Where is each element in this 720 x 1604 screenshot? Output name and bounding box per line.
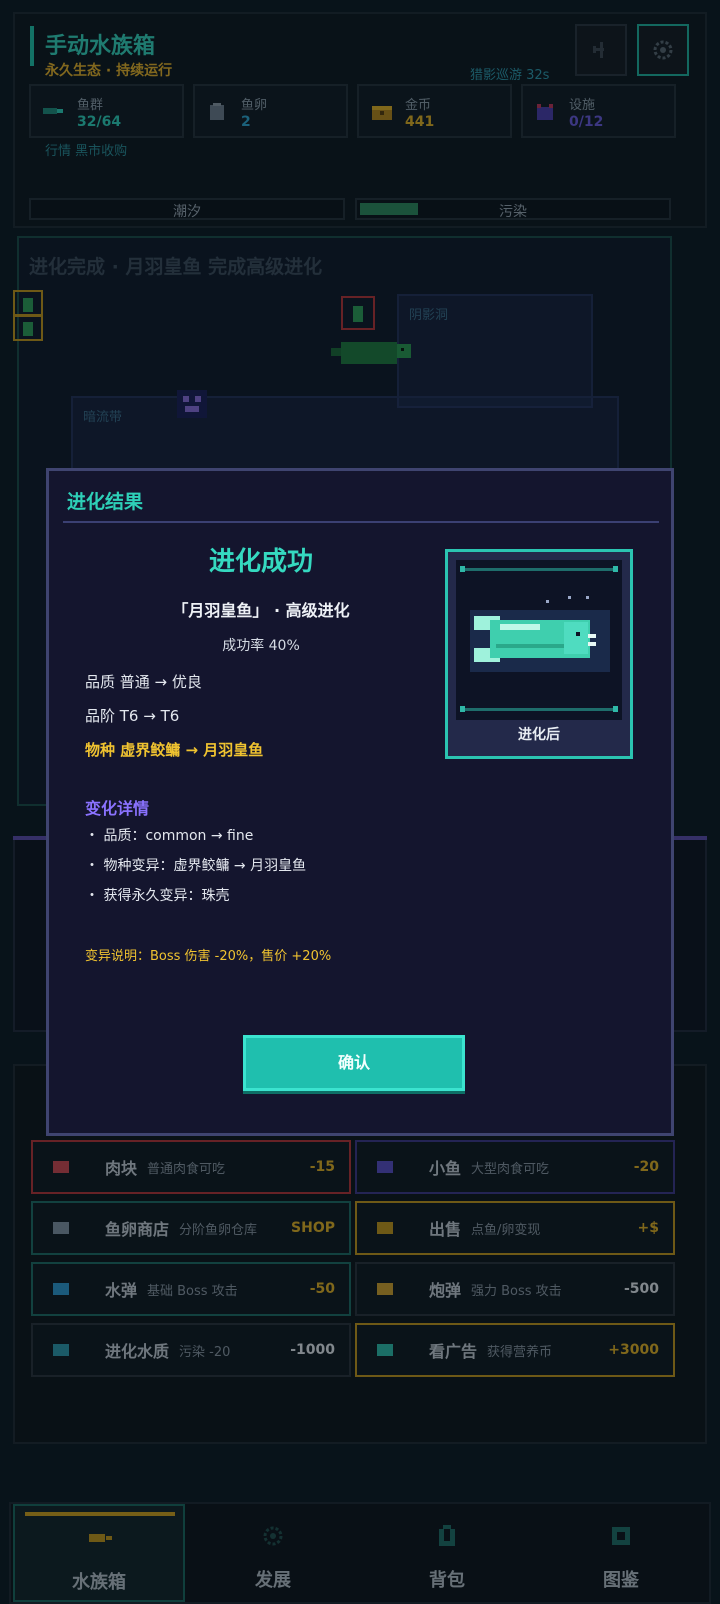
preview-frame xyxy=(456,560,622,720)
evolution-name: 「月羽皇鱼」 · 高级进化 xyxy=(172,601,350,620)
evolved-fish-preview: 进化后 xyxy=(445,549,633,759)
result-heading: 进化成功 xyxy=(208,547,313,577)
evolved-fish-sprite xyxy=(460,566,618,712)
confirm-button[interactable]: 确认 xyxy=(243,1035,465,1091)
species-change: 物种 虚界鲛鳙 → 月羽皇鱼 xyxy=(85,741,264,759)
preview-label: 进化后 xyxy=(518,727,560,743)
detail-item: ・ 品质：common → fine xyxy=(85,828,254,844)
dialog-divider xyxy=(63,521,659,523)
detail-item: ・ 物种变异：虚界鲛鳙 → 月羽皇鱼 xyxy=(85,858,307,874)
success-rate: 成功率 40% xyxy=(222,638,300,654)
dialog-title: 进化结果 xyxy=(67,491,144,513)
details-title: 变化详情 xyxy=(85,799,150,818)
evolution-result-dialog: 进化结果 进化成功 「月羽皇鱼」 · 高级进化 成功率 40% 品质 普通 → … xyxy=(46,468,674,1136)
tier-change: 品阶 T6 → T6 xyxy=(85,707,180,725)
detail-item: ・ 获得永久变异：珠壳 xyxy=(85,888,230,904)
mutation-note: 变异说明：Boss 伤害 -20%，售价 +20% xyxy=(85,949,332,964)
quality-change: 品质 普通 → 优良 xyxy=(85,673,202,691)
